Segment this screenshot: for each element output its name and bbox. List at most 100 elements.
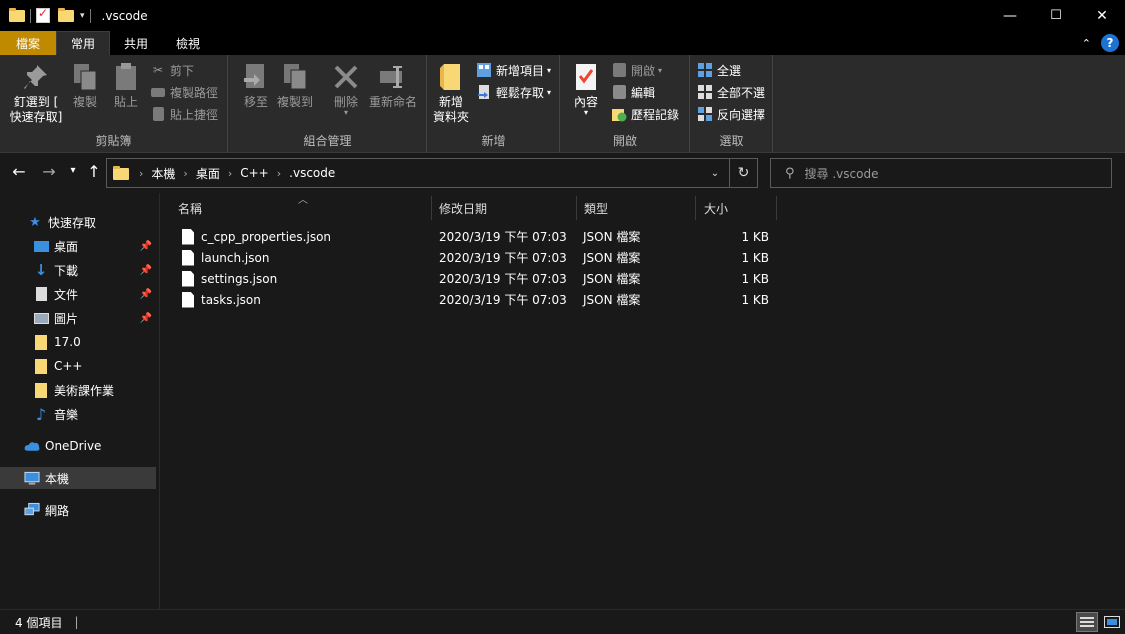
edit-button[interactable]: 編輯 [611, 82, 655, 102]
download-icon: ↓ [34, 261, 48, 279]
clipboard-group-label: 剪貼簿 [95, 134, 132, 148]
edit-label: 編輯 [631, 85, 656, 100]
column-header-type[interactable]: 類型 [577, 196, 696, 220]
properties-icon[interactable] [36, 6, 50, 23]
new-folder-icon[interactable] [58, 7, 74, 22]
breadcrumb-this-pc[interactable]: 本機 [151, 165, 175, 182]
details-view-button[interactable] [1076, 612, 1098, 632]
column-header-date-modified[interactable]: 修改日期 [432, 196, 577, 220]
ribbon-tabs: 檔案 常用 共用 檢視 ⌃ ? [0, 31, 1125, 55]
breadcrumb-desktop[interactable]: 桌面 [196, 165, 220, 182]
history-button[interactable]: 歷程記錄 [611, 104, 679, 124]
file-modified: 2020/3/19 下午 07:03 [439, 230, 567, 244]
search-input[interactable]: ⚲ 搜尋 .vscode [770, 158, 1112, 188]
breadcrumb-separator[interactable]: › [277, 167, 281, 180]
paste-shortcut-button[interactable]: 貼上捷徑 [150, 104, 218, 124]
copy-to-button[interactable]: 複製到 [275, 61, 315, 110]
cut-button[interactable]: ✂ 剪下 [150, 60, 194, 80]
select-all-button[interactable]: 全選 [697, 60, 741, 80]
new-item-icon [476, 62, 492, 78]
back-button[interactable]: ← [9, 162, 29, 181]
computer-icon [24, 470, 40, 486]
pin-to-quick-access-button[interactable]: 釘選到 [ 快速存取] [8, 61, 64, 125]
folder-icon [33, 358, 49, 374]
copy-button[interactable]: 複製 [68, 61, 102, 110]
tab-view[interactable]: 檢視 [162, 31, 214, 55]
refresh-icon[interactable]: ↻ [729, 159, 757, 187]
customize-toolbar-icon[interactable]: ▾ [80, 11, 85, 21]
column-header-size[interactable]: 大小 [696, 196, 777, 220]
open-button[interactable]: 開啟 ▾ [611, 60, 662, 80]
properties-button[interactable]: 內容 ▾ [571, 61, 601, 117]
pin-icon[interactable]: 📌 [140, 241, 152, 252]
file-name: launch.json [201, 250, 270, 265]
minimize-button[interactable]: — [987, 0, 1033, 31]
sidebar-item-network[interactable]: 網路 [0, 499, 156, 521]
table-row[interactable]: c_cpp_properties.json 2020/3/19 下午 07:03… [160, 226, 780, 247]
recent-locations-button[interactable]: ▾ [63, 165, 83, 176]
document-icon [33, 286, 49, 302]
paste-icon [110, 61, 142, 93]
collapse-ribbon-icon[interactable]: ⌃ [1082, 37, 1091, 50]
sidebar-item-downloads[interactable]: ↓ 下載 📌 [0, 259, 156, 281]
table-row[interactable]: settings.json 2020/3/19 下午 07:03 JSON 檔案… [160, 268, 780, 289]
easy-access-button[interactable]: 輕鬆存取 ▾ [476, 82, 551, 102]
details-view-icon [1080, 617, 1094, 627]
rename-button[interactable]: 重新命名 [367, 61, 419, 110]
breadcrumb-vscode[interactable]: .vscode [289, 166, 335, 180]
large-icons-view-button[interactable] [1101, 612, 1123, 632]
select-all-icon [697, 62, 713, 78]
sidebar-item-pictures[interactable]: 圖片 📌 [0, 307, 156, 329]
help-icon[interactable]: ? [1101, 34, 1119, 52]
pin-icon [20, 61, 52, 93]
tab-share[interactable]: 共用 [110, 31, 162, 55]
select-group: 全選 全部不選 反向選擇 選取 [691, 55, 773, 153]
new-folder-button[interactable]: 新增 資料夾 [432, 61, 470, 125]
sidebar-item-cpp[interactable]: C++ [0, 355, 156, 377]
sidebar-item-art-homework[interactable]: 美術課作業 [0, 379, 156, 401]
rename-label: 重新命名 [368, 95, 417, 109]
sidebar-item-quick-access[interactable]: ★ 快速存取 [0, 211, 156, 233]
invert-selection-button[interactable]: 反向選擇 [697, 104, 765, 124]
open-icon [611, 62, 627, 78]
maximize-button[interactable]: ☐ [1033, 0, 1079, 31]
delete-button[interactable]: 刪除 ▾ [331, 61, 361, 117]
breadcrumb-separator[interactable]: › [183, 167, 187, 180]
address-bar[interactable]: › 本機 › 桌面 › C++ › .vscode ⌄ ↻ [106, 158, 758, 188]
pin-icon[interactable]: 📌 [140, 289, 152, 300]
cut-label: 剪下 [170, 63, 195, 78]
breadcrumb-cpp[interactable]: C++ [240, 166, 269, 180]
select-none-icon [697, 84, 713, 100]
folder-icon[interactable] [9, 7, 25, 22]
copy-to-label: 複製到 [276, 95, 313, 109]
forward-button[interactable]: → [39, 162, 59, 181]
copy-path-button[interactable]: 複製路徑 [150, 82, 218, 102]
file-size: 1 KB [741, 292, 769, 307]
sidebar-item-label: 快速存取 [48, 215, 97, 230]
sidebar-item-label: 桌面 [54, 239, 79, 254]
cut-icon: ✂ [152, 63, 164, 77]
paste-button[interactable]: 貼上 [109, 61, 143, 110]
breadcrumb-separator[interactable]: › [228, 167, 232, 180]
sidebar-item-this-pc[interactable]: 本機 [0, 467, 156, 489]
close-button[interactable]: ✕ [1079, 0, 1125, 31]
pin-icon[interactable]: 📌 [140, 313, 152, 324]
table-row[interactable]: tasks.json 2020/3/19 下午 07:03 JSON 檔案 1 … [160, 289, 780, 310]
pin-icon[interactable]: 📌 [140, 265, 152, 276]
up-button[interactable]: ↑ [84, 162, 104, 181]
tab-file[interactable]: 檔案 [0, 31, 57, 55]
breadcrumb-separator[interactable]: › [139, 167, 143, 180]
sidebar-item-folder-17[interactable]: 17.0 [0, 331, 156, 353]
move-to-button[interactable]: 移至 [239, 61, 273, 110]
table-row[interactable]: launch.json 2020/3/19 下午 07:03 JSON 檔案 1… [160, 247, 780, 268]
sidebar-item-music[interactable]: ♪ 音樂 [0, 403, 156, 425]
column-header-name[interactable]: 名稱 [160, 196, 432, 220]
sidebar-item-desktop[interactable]: 桌面 📌 [0, 235, 156, 257]
select-none-button[interactable]: 全部不選 [697, 82, 765, 102]
file-type: JSON 檔案 [583, 272, 641, 286]
tab-home[interactable]: 常用 [56, 31, 111, 55]
sidebar-item-onedrive[interactable]: OneDrive [0, 435, 156, 457]
sidebar-item-documents[interactable]: 文件 📌 [0, 283, 156, 305]
address-dropdown-icon[interactable]: ⌄ [701, 168, 729, 179]
new-item-button[interactable]: 新增項目 ▾ [476, 60, 551, 80]
